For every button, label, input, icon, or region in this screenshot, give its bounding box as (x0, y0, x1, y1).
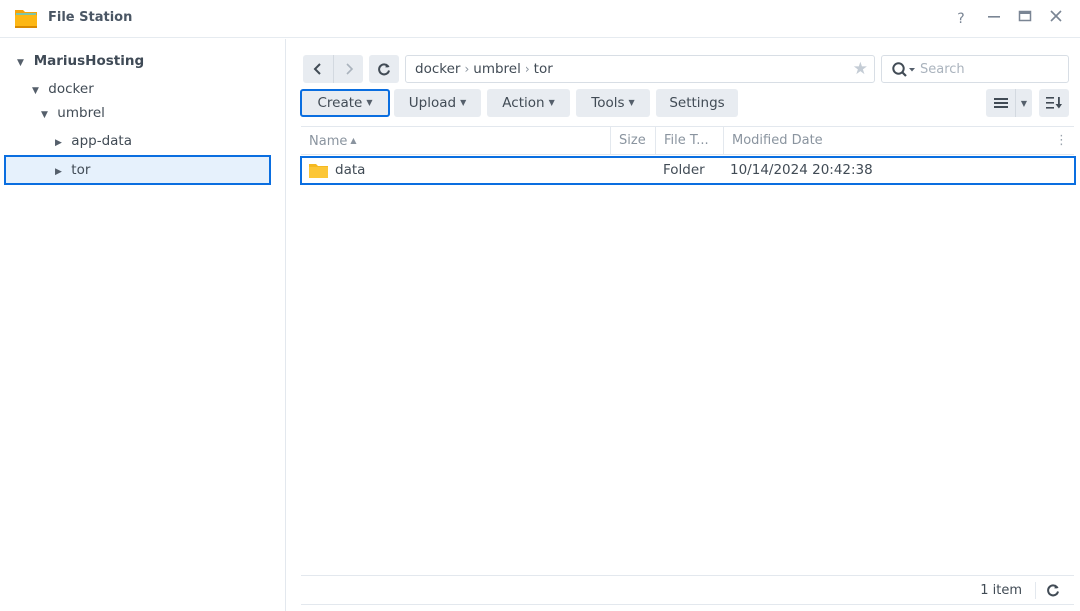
tree-item-label: app-data (71, 133, 132, 149)
settings-button[interactable]: Settings (656, 89, 738, 117)
view-mode-button[interactable]: ▼ (986, 89, 1032, 117)
path-segment[interactable]: tor (534, 61, 553, 77)
search-icon[interactable] (891, 61, 917, 79)
maximize-button[interactable] (1015, 9, 1035, 29)
search-input[interactable] (920, 58, 1060, 80)
list-view-icon (993, 98, 1008, 108)
caret-down-icon: ▼ (17, 58, 24, 68)
upload-label: Upload (408, 95, 457, 111)
action-button[interactable]: Action ▼ (487, 89, 570, 117)
column-header-file-type[interactable]: File T... (655, 127, 723, 155)
caret-right-icon: ▶ (55, 167, 62, 177)
path-segment[interactable]: umbrel (473, 61, 521, 77)
path-bar[interactable]: docker › umbrel › tor ★ (405, 55, 875, 83)
help-button[interactable]: ? (951, 9, 971, 29)
minimize-icon (988, 16, 1000, 18)
column-options-icon[interactable]: ⋮ (1055, 127, 1068, 155)
caret-right-icon: ▶ (55, 138, 62, 148)
sort-button[interactable] (1039, 89, 1069, 117)
file-modified-date: 10/14/2024 20:42:38 (730, 162, 873, 178)
dropdown-caret-icon: ▼ (366, 98, 373, 107)
minimize-button[interactable] (984, 9, 1004, 29)
column-header-size[interactable]: Size (610, 127, 655, 155)
refresh-button[interactable] (369, 55, 399, 83)
dropdown-caret-icon: ▼ (628, 98, 635, 107)
tree-item-label: tor (71, 162, 91, 178)
view-mode-dropdown-icon[interactable]: ▼ (1016, 89, 1032, 117)
search-box (881, 55, 1069, 83)
title-bar: File Station ? (0, 0, 1080, 38)
column-label: Name (309, 134, 348, 149)
caret-down-icon: ▼ (41, 110, 48, 120)
tree-item-umbrel[interactable]: ▼ umbrel (41, 99, 105, 127)
path-separator: › (464, 62, 470, 76)
list-view-toggle[interactable] (986, 89, 1016, 117)
file-station-app-icon (15, 10, 37, 28)
tools-label: Tools (591, 95, 625, 111)
file-row[interactable]: data Folder 10/14/2024 20:42:38 (300, 156, 1076, 185)
chevron-right-icon (345, 63, 353, 75)
window-title: File Station (48, 10, 133, 25)
refresh-icon[interactable] (1046, 583, 1060, 597)
maximize-icon (1018, 10, 1032, 22)
tree-item-app-data[interactable]: ▶ app-data (55, 127, 132, 155)
folder-tree: ▼ MariusHosting ▼ docker ▼ umbrel ▶ app-… (0, 39, 286, 611)
path-segment[interactable]: docker (415, 61, 460, 77)
back-button[interactable] (303, 55, 333, 83)
create-label: Create (317, 95, 363, 111)
close-icon (1050, 10, 1062, 22)
close-button[interactable] (1046, 9, 1066, 29)
sort-icon (1046, 97, 1062, 109)
column-header-name[interactable]: Name ▲ (301, 127, 610, 155)
item-count: 1 item (980, 583, 1022, 598)
dropdown-caret-icon: ▼ (460, 98, 467, 107)
tree-item-label: docker (48, 81, 94, 97)
tree-item-tor[interactable]: ▶ tor (4, 155, 271, 185)
status-bar: 1 item (301, 575, 1074, 605)
history-nav (303, 55, 363, 83)
refresh-icon (378, 63, 390, 76)
favorite-star-icon[interactable]: ★ (853, 59, 868, 79)
file-list-header: Name ▲ Size File T... Modified Date ⋮ (301, 126, 1074, 155)
tree-item-label: MariusHosting (33, 53, 145, 69)
path-separator: › (524, 62, 530, 76)
upload-button[interactable]: Upload ▼ (394, 89, 481, 117)
tools-button[interactable]: Tools ▼ (576, 89, 650, 117)
dropdown-caret-icon: ▼ (548, 98, 555, 107)
file-name: data (335, 162, 366, 178)
file-type: Folder (663, 162, 705, 178)
action-label: Action (502, 95, 545, 111)
tree-item-root[interactable]: ▼ MariusHosting (17, 47, 144, 75)
create-button[interactable]: Create ▼ (300, 89, 390, 117)
divider (1035, 582, 1036, 599)
folder-icon (309, 164, 328, 178)
tree-item-label: umbrel (57, 105, 105, 121)
forward-button[interactable] (333, 55, 363, 83)
sort-ascending-icon: ▲ (350, 136, 357, 145)
column-header-modified-date[interactable]: Modified Date (723, 127, 1053, 155)
chevron-left-icon (313, 63, 321, 75)
